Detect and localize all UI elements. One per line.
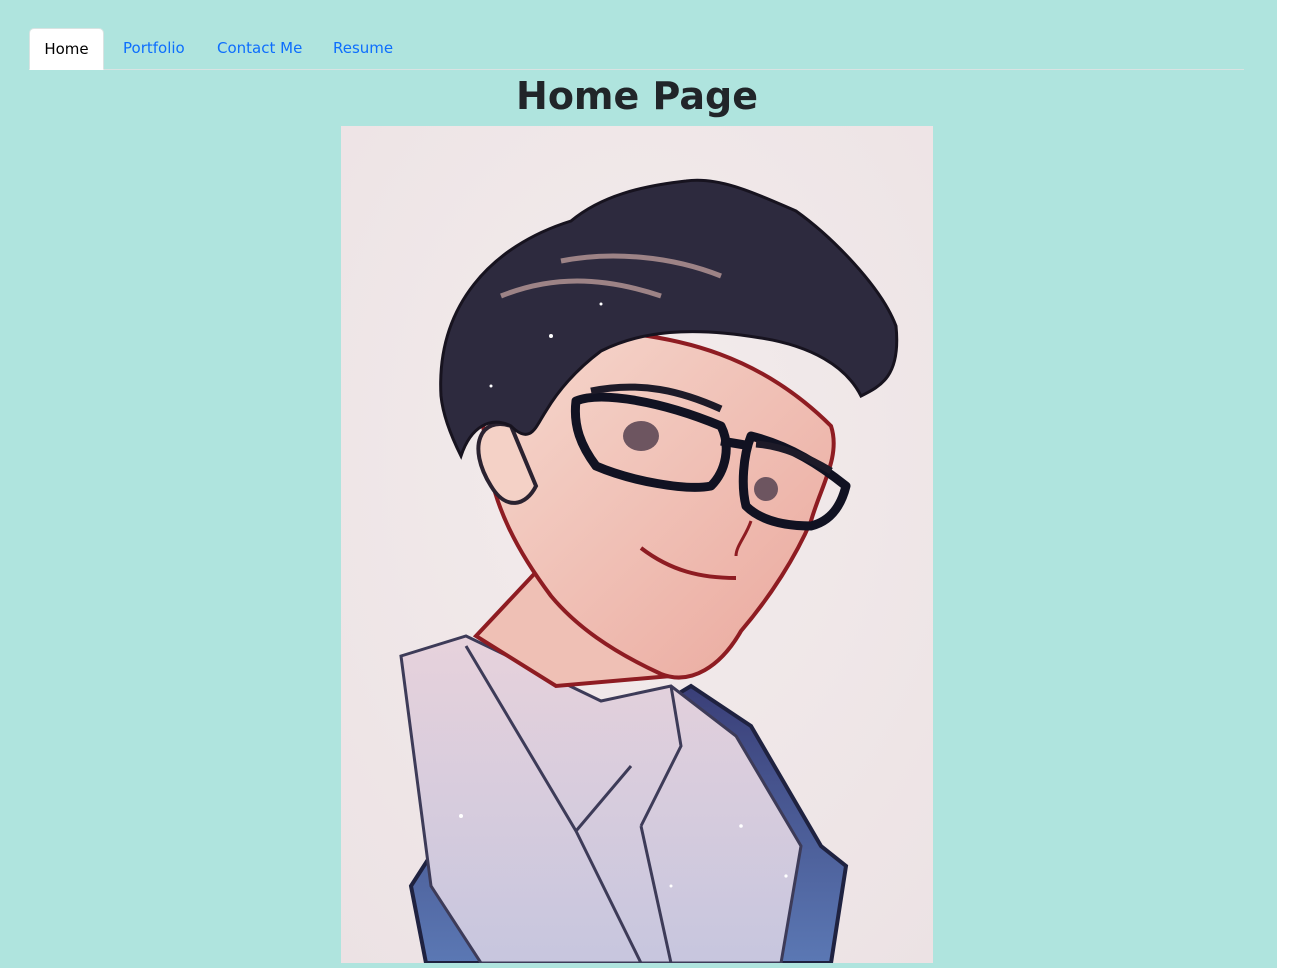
right-eye bbox=[754, 477, 778, 501]
tab-home[interactable]: Home bbox=[29, 28, 104, 70]
portrait-image bbox=[341, 126, 933, 963]
nav-tabs: Home Portfolio Contact Me Resume bbox=[29, 28, 1244, 70]
tab-portfolio[interactable]: Portfolio bbox=[123, 28, 185, 69]
tab-resume[interactable]: Resume bbox=[333, 28, 393, 69]
page-background: Home Portfolio Contact Me Resume Home Pa… bbox=[0, 0, 1277, 968]
tab-contact-me[interactable]: Contact Me bbox=[217, 28, 302, 69]
left-eye bbox=[623, 421, 659, 451]
page-title: Home Page bbox=[516, 74, 758, 118]
